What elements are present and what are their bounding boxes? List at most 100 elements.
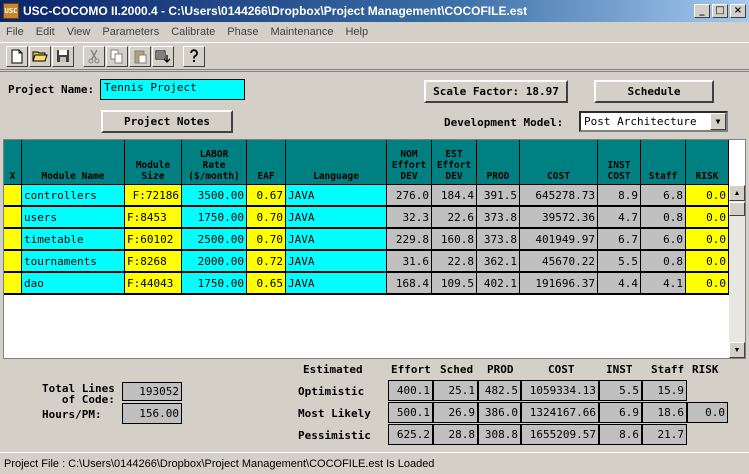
- menu-phase[interactable]: Phase: [221, 26, 264, 38]
- open-file-button[interactable]: [29, 45, 51, 67]
- paste-button[interactable]: [129, 45, 151, 67]
- menu-help[interactable]: Help: [339, 26, 374, 38]
- eaf-cell[interactable]: 0.70: [247, 207, 286, 227]
- eaf-cell[interactable]: 0.70: [247, 229, 286, 249]
- project-notes-button[interactable]: Project Notes: [101, 110, 233, 133]
- module-name-cell[interactable]: tournaments: [22, 251, 125, 271]
- module-size-cell[interactable]: F:8268: [125, 251, 182, 271]
- module-name-cell[interactable]: controllers: [22, 185, 125, 205]
- scroll-thumb[interactable]: [729, 202, 745, 216]
- table-row[interactable]: users F:8453 1750.00 0.70 JAVA 32.3 22.6…: [4, 207, 729, 229]
- header-eaf[interactable]: EAF: [247, 140, 286, 185]
- scroll-down-button[interactable]: ▼: [729, 342, 745, 358]
- est-effort-cell: 22.6: [432, 207, 477, 227]
- prod-cell: 373.8: [477, 207, 520, 227]
- report-export-icon: [155, 50, 171, 63]
- save-button[interactable]: [52, 45, 74, 67]
- most-likely-sched: 26.9: [433, 402, 478, 423]
- row-select-cell[interactable]: [4, 185, 22, 205]
- module-grid: X Module Name Module Size LABOR Rate ($/…: [3, 139, 746, 359]
- project-name-input[interactable]: Tennis Project: [100, 79, 245, 100]
- labor-rate-cell[interactable]: 3500.00: [182, 185, 247, 205]
- module-size-cell[interactable]: F:60102: [125, 229, 182, 249]
- labor-rate-cell[interactable]: 1750.00: [182, 207, 247, 227]
- project-name-label: Project Name:: [8, 83, 95, 96]
- schedule-button[interactable]: Schedule: [594, 80, 714, 103]
- header-prod[interactable]: PROD: [477, 140, 520, 185]
- header-labor-rate[interactable]: LABOR Rate ($/month): [182, 140, 247, 185]
- most-likely-cost: 1324167.66: [521, 402, 599, 423]
- risk-cell[interactable]: 0.0: [686, 273, 729, 293]
- module-name-cell[interactable]: users: [22, 207, 125, 227]
- header-cost[interactable]: COST: [520, 140, 598, 185]
- menu-maintenance[interactable]: Maintenance: [264, 26, 339, 38]
- module-size-cell[interactable]: F:8453: [125, 207, 182, 227]
- language-cell[interactable]: JAVA: [286, 273, 387, 293]
- chevron-down-icon[interactable]: ▼: [710, 113, 726, 130]
- header-module-name[interactable]: Module Name: [22, 140, 125, 185]
- table-row[interactable]: dao F:44043 1750.00 0.65 JAVA 168.4 109.…: [4, 273, 729, 295]
- header-inst-cost[interactable]: INST COST: [598, 140, 641, 185]
- pessimistic-staff: 21.7: [642, 424, 687, 445]
- development-model-select[interactable]: Post Architecture ▼: [579, 111, 728, 132]
- risk-cell[interactable]: 0.0: [686, 229, 729, 249]
- help-button[interactable]: [183, 45, 205, 67]
- header-est-effort[interactable]: EST Effort DEV: [432, 140, 477, 185]
- toolbar: [0, 42, 749, 70]
- header-risk[interactable]: RISK: [686, 140, 729, 185]
- header-staff[interactable]: Staff: [641, 140, 686, 185]
- module-name-cell[interactable]: timetable: [22, 229, 125, 249]
- maximize-button[interactable]: □: [712, 4, 728, 18]
- optimistic-inst: 5.5: [599, 380, 642, 401]
- cost-cell: 191696.37: [520, 273, 598, 293]
- close-button[interactable]: ×: [730, 4, 746, 18]
- row-select-cell[interactable]: [4, 207, 22, 227]
- vertical-scrollbar[interactable]: ▲ ▼: [729, 185, 745, 358]
- minimize-button[interactable]: _: [694, 4, 710, 18]
- header-language[interactable]: Language: [286, 140, 387, 185]
- cut-button[interactable]: [83, 45, 105, 67]
- labor-rate-cell[interactable]: 1750.00: [182, 273, 247, 293]
- folder-open-icon: [32, 51, 48, 62]
- language-cell[interactable]: JAVA: [286, 207, 387, 227]
- pessimistic-label: Pessimistic: [298, 429, 371, 442]
- menu-view[interactable]: View: [61, 26, 97, 38]
- export-button[interactable]: [152, 45, 174, 67]
- labor-rate-cell[interactable]: 2500.00: [182, 229, 247, 249]
- row-select-cell[interactable]: [4, 251, 22, 271]
- copy-button[interactable]: [106, 45, 128, 67]
- risk-cell[interactable]: 0.0: [686, 207, 729, 227]
- eaf-cell[interactable]: 0.72: [247, 251, 286, 271]
- table-row[interactable]: tournaments F:8268 2000.00 0.72 JAVA 31.…: [4, 251, 729, 273]
- module-name-cell[interactable]: dao: [22, 273, 125, 293]
- row-select-cell[interactable]: [4, 273, 22, 293]
- menu-file[interactable]: File: [0, 26, 30, 38]
- scale-factor-button[interactable]: Scale Factor: 18.97: [424, 80, 568, 103]
- language-cell[interactable]: JAVA: [286, 229, 387, 249]
- header-module-size[interactable]: Module Size: [125, 140, 182, 185]
- prod-cell: 402.1: [477, 273, 520, 293]
- menu-parameters[interactable]: Parameters: [96, 26, 165, 38]
- menu-calibrate[interactable]: Calibrate: [165, 26, 221, 38]
- pessimistic-cost: 1655209.57: [521, 424, 599, 445]
- eaf-cell[interactable]: 0.65: [247, 273, 286, 293]
- development-model-value: Post Architecture: [584, 115, 697, 128]
- table-row[interactable]: controllers F:72186 3500.00 0.67 JAVA 27…: [4, 185, 729, 207]
- language-cell[interactable]: JAVA: [286, 185, 387, 205]
- module-size-cell[interactable]: F:72186: [125, 185, 182, 205]
- risk-cell[interactable]: 0.0: [686, 251, 729, 271]
- new-file-button[interactable]: [6, 45, 28, 67]
- risk-cell[interactable]: 0.0: [686, 185, 729, 205]
- row-select-cell[interactable]: [4, 229, 22, 249]
- scroll-up-button[interactable]: ▲: [729, 185, 745, 201]
- language-cell[interactable]: JAVA: [286, 251, 387, 271]
- nom-effort-cell: 31.6: [387, 251, 432, 271]
- menu-edit[interactable]: Edit: [30, 26, 61, 38]
- eaf-cell[interactable]: 0.67: [247, 185, 286, 205]
- table-row[interactable]: timetable F:60102 2500.00 0.70 JAVA 229.…: [4, 229, 729, 251]
- header-x[interactable]: X: [4, 140, 22, 185]
- labor-rate-cell[interactable]: 2000.00: [182, 251, 247, 271]
- module-size-cell[interactable]: F:44043: [125, 273, 182, 293]
- hours-pm-input[interactable]: 156.00: [122, 403, 182, 424]
- header-nom-effort[interactable]: NOM Effort DEV: [387, 140, 432, 185]
